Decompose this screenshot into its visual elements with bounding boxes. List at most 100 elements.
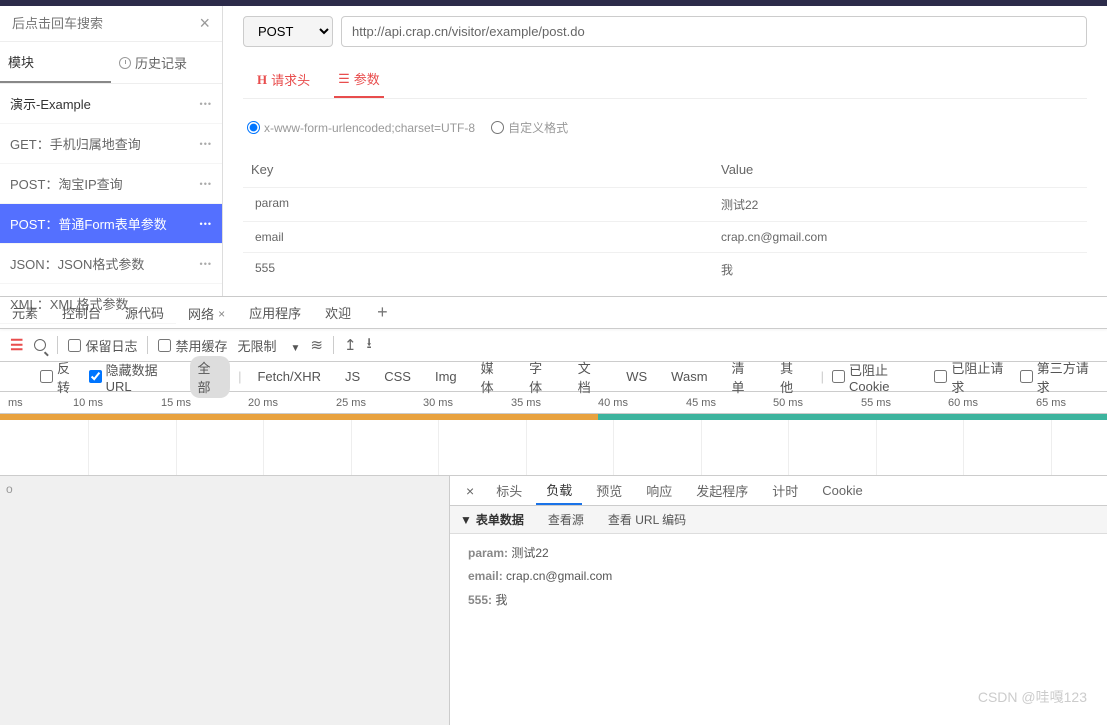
list-icon: ☰ [338, 71, 350, 87]
view-url-encoded-link[interactable]: 查看 URL 编码 [608, 511, 686, 528]
sidebar-group-label: 演示-Example [10, 94, 91, 113]
sidebar-tab-module[interactable]: 模块 [0, 42, 111, 83]
search-input[interactable] [8, 12, 195, 35]
add-tab-icon[interactable]: + [363, 302, 402, 323]
formdata-title[interactable]: ▼ 表单数据 [460, 511, 524, 528]
radio-custom[interactable] [491, 121, 504, 134]
view-source-link[interactable]: 查看源 [548, 511, 584, 528]
blocked-cookie-checkbox[interactable] [832, 370, 845, 383]
param-row[interactable]: 555 我 [243, 252, 1087, 286]
sidebar-item-label: JSON：JSON格式参数 [10, 254, 144, 273]
more-icon[interactable]: ••• [200, 219, 212, 229]
third-party[interactable]: 第三方请求 [1020, 358, 1097, 396]
dt-tab-sources[interactable]: 源代码 [113, 297, 176, 328]
more-icon[interactable]: ••• [200, 179, 212, 189]
content-type-custom[interactable]: 自定义格式 [491, 119, 568, 136]
timeline-tick: 50 ms [773, 397, 803, 409]
filter-fetch[interactable]: Fetch/XHR [249, 367, 329, 386]
blocked-req-checkbox[interactable] [934, 370, 947, 383]
filter-js[interactable]: JS [337, 367, 368, 386]
more-icon[interactable]: ••• [200, 259, 212, 269]
dt-tab-elements[interactable]: 元素 [0, 297, 50, 328]
blocked-req[interactable]: 已阻止请求 [934, 358, 1011, 396]
detail-tab-preview[interactable]: 预览 [586, 476, 632, 505]
detail-tab-payload[interactable]: 负载 [536, 476, 582, 505]
clear-search-icon[interactable]: × [195, 13, 214, 34]
dt-tab-network[interactable]: 网络 × [176, 297, 237, 328]
cache-checkbox[interactable] [158, 339, 171, 352]
sidebar-item-label: POST：普通Form表单参数 [10, 214, 167, 233]
close-icon[interactable]: × [458, 483, 482, 499]
disable-cache[interactable]: 禁用缓存 [158, 336, 227, 355]
params-table: Key Value param 测试22 email crap.cn@gmail… [243, 152, 1087, 286]
filter-css[interactable]: CSS [376, 367, 419, 386]
request-list[interactable]: o [0, 476, 450, 725]
radio-form[interactable] [247, 121, 260, 134]
sidebar-group[interactable]: 演示-Example ••• [0, 84, 222, 124]
filter-ws[interactable]: WS [618, 367, 655, 386]
param-key[interactable]: email [251, 230, 721, 244]
detail-tab-response[interactable]: 响应 [636, 476, 682, 505]
detail-tab-cookie[interactable]: Cookie [812, 476, 872, 505]
formdata-title-label: 表单数据 [476, 511, 524, 528]
preserve-log[interactable]: 保留日志 [68, 336, 137, 355]
upload-icon[interactable]: ↥ [344, 336, 357, 354]
url-input[interactable] [341, 16, 1087, 47]
filter-invert[interactable]: 反转 [40, 358, 81, 396]
detail-tab-timing[interactable]: 计时 [762, 476, 808, 505]
wifi-icon[interactable]: ≋ [310, 336, 323, 354]
sidebar-item-taobao[interactable]: POST：淘宝IP查询 ••• [0, 164, 222, 204]
more-icon[interactable]: ••• [200, 99, 212, 109]
detail-tab-initiator[interactable]: 发起程序 [686, 476, 758, 505]
dt-tab-welcome[interactable]: 欢迎 [313, 297, 363, 328]
invert-checkbox[interactable] [40, 370, 53, 383]
sidebar-tab-history-label: 历史记录 [135, 53, 187, 72]
api-tab-params[interactable]: ☰ 参数 [334, 61, 384, 98]
api-tab-headers[interactable]: H 请求头 [253, 61, 314, 98]
param-value[interactable]: crap.cn@gmail.com [721, 230, 1079, 244]
param-key[interactable]: param [251, 196, 721, 213]
close-icon[interactable]: × [218, 307, 225, 321]
param-row[interactable]: param 测试22 [243, 187, 1087, 221]
hide-data-checkbox[interactable] [89, 370, 102, 383]
sidebar-search: × [0, 6, 222, 42]
content-type-form-label: x-www-form-urlencoded;charset=UTF-8 [264, 121, 475, 135]
clock-icon [119, 57, 131, 69]
filter-wasm[interactable]: Wasm [663, 367, 715, 386]
timeline-tick: 55 ms [861, 397, 891, 409]
blocked-cookie[interactable]: 已阻止 Cookie [832, 360, 926, 394]
timeline-tick: ms [8, 397, 23, 409]
timeline-tick: 25 ms [336, 397, 366, 409]
filter-icon[interactable]: ☰ [10, 336, 23, 354]
param-value[interactable]: 测试22 [721, 196, 1079, 213]
throttle-select[interactable]: 无限制 ▼ [237, 336, 300, 355]
param-value[interactable]: 我 [721, 261, 1079, 278]
dt-tab-network-label: 网络 [188, 304, 214, 323]
sidebar-item-form[interactable]: POST：普通Form表单参数 ••• [0, 204, 222, 244]
third-party-checkbox[interactable] [1020, 370, 1033, 383]
content-type-form[interactable]: x-www-form-urlencoded;charset=UTF-8 [247, 119, 475, 136]
formdata-value: 我 [495, 593, 507, 607]
more-icon[interactable]: ••• [200, 139, 212, 149]
divider [57, 336, 58, 354]
preserve-checkbox[interactable] [68, 339, 81, 352]
waterfall-body[interactable] [0, 420, 1107, 475]
sidebar-tab-history[interactable]: 历史记录 [111, 42, 222, 83]
dt-tab-application[interactable]: 应用程序 [237, 297, 313, 328]
timeline-tick: 45 ms [686, 397, 716, 409]
sidebar-item-get[interactable]: GET：手机归属地查询 ••• [0, 124, 222, 164]
filter-hide-data[interactable]: 隐藏数据 URL [89, 360, 182, 394]
download-icon[interactable]: ⭳ [367, 333, 372, 358]
cache-label: 禁用缓存 [175, 336, 227, 355]
formdata-value: 测试22 [511, 546, 548, 560]
detail-tab-headers[interactable]: 标头 [486, 476, 532, 505]
method-select[interactable]: POST [243, 16, 333, 47]
param-row[interactable]: email crap.cn@gmail.com [243, 221, 1087, 252]
param-key[interactable]: 555 [251, 261, 721, 278]
filter-img[interactable]: Img [427, 367, 465, 386]
search-icon[interactable] [33, 338, 47, 352]
dt-tab-console[interactable]: 控制台 [50, 297, 113, 328]
sidebar-item-json[interactable]: JSON：JSON格式参数 ••• [0, 244, 222, 284]
main-panel: POST H 请求头 ☰ 参数 x-www-form-urlencoded;ch… [223, 6, 1107, 296]
timeline-tick: 20 ms [248, 397, 278, 409]
